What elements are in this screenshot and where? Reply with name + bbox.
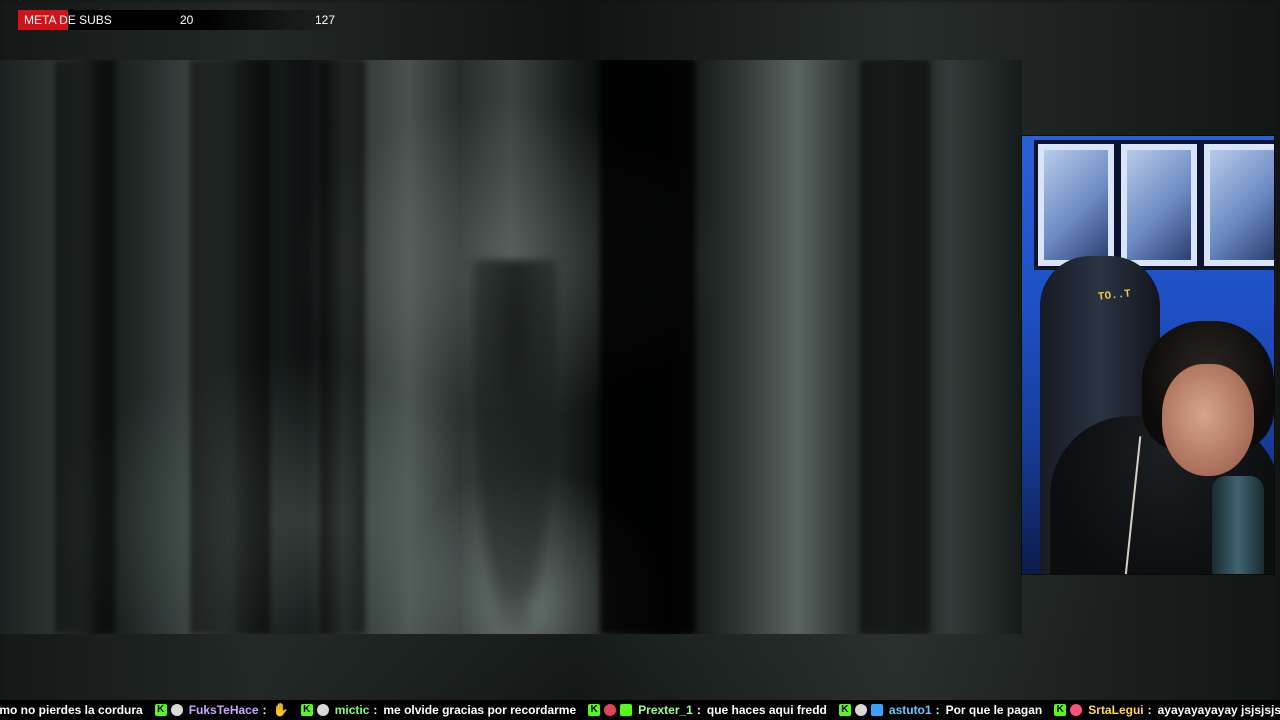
chat-separator: :: [262, 703, 267, 717]
sub-goal-target: 127: [315, 13, 336, 27]
chat-message: Kastuto1: Por que le pagan: [838, 700, 1043, 720]
tree-trunk: [55, 60, 115, 634]
sub-goal-label: META DE SUBS: [24, 13, 112, 27]
moon-badge-icon: [170, 704, 183, 716]
rose-badge-icon: [1070, 704, 1083, 716]
chat-text: que haces aqui fredd: [706, 703, 827, 717]
chat-text: Por que le pagan: [945, 703, 1043, 717]
chat-text: me olvide gracias por recordarme: [383, 703, 577, 717]
wall-art-frame: [1117, 140, 1201, 270]
kick-badge-icon: K: [154, 704, 167, 716]
kick-badge-icon: K: [838, 704, 851, 716]
shadow-figure: [470, 260, 560, 634]
chat-message: K FuksTeHace: ✋: [154, 700, 289, 720]
video-player[interactable]: [0, 60, 1022, 634]
sub-goal-current: 20: [180, 13, 194, 27]
microphone: [1212, 476, 1264, 574]
moon-badge-icon: [854, 704, 867, 716]
chat-username[interactable]: astuto1: [889, 703, 932, 717]
webcam-overlay: TO..T: [1022, 136, 1274, 574]
chat-username[interactable]: Prexter_1: [638, 703, 693, 717]
kick-badge-icon: K: [300, 704, 313, 716]
chat-username[interactable]: mictic: [335, 703, 370, 717]
tree-trunk: [190, 60, 270, 634]
chat-username[interactable]: FuksTeHace: [189, 703, 259, 717]
kick-badge-icon: K: [588, 704, 601, 716]
chat-message: K SrtaLegui: ayayayayayay jsjsjsjs: [1054, 700, 1280, 720]
wall-art-frame: [1034, 140, 1118, 270]
chat-separator: :: [696, 703, 701, 717]
chat-ticker-track: omo no pierdes la cordura K FuksTeHace: ✋ Km…: [0, 700, 1280, 720]
vip-badge-icon: [870, 704, 883, 716]
moon-badge-icon: [316, 704, 329, 716]
chat-message: Kmictic: me olvide gracias por recordarme: [300, 700, 577, 720]
star-badge-icon: [620, 704, 633, 716]
hand-emote-icon: ✋: [272, 702, 289, 717]
chat-separator: :: [1147, 703, 1152, 717]
tree-trunk: [600, 60, 695, 634]
tree-trunk: [320, 60, 365, 634]
chat-separator: :: [935, 703, 940, 717]
sub-goal-bar: META DE SUBS 20 127: [18, 10, 338, 30]
chat-text: omo no pierdes la cordura: [0, 703, 143, 717]
chat-ticker: omo no pierdes la cordura K FuksTeHace: ✋ Km…: [0, 700, 1280, 720]
streamer-face: [1162, 364, 1254, 476]
chat-message: K Prexter_1: que haces aqui fredd: [588, 700, 827, 720]
chat-username[interactable]: SrtaLegui: [1088, 703, 1143, 717]
chat-text: ayayayayayay jsjsjsjs: [1157, 703, 1280, 717]
chat-message: omo no pierdes la cordura: [0, 700, 143, 720]
tree-trunk: [860, 60, 930, 634]
lantern-badge-icon: [604, 704, 617, 716]
wall-art-frame: [1200, 140, 1274, 270]
kick-badge-icon: K: [1054, 704, 1067, 716]
chat-separator: :: [373, 703, 378, 717]
